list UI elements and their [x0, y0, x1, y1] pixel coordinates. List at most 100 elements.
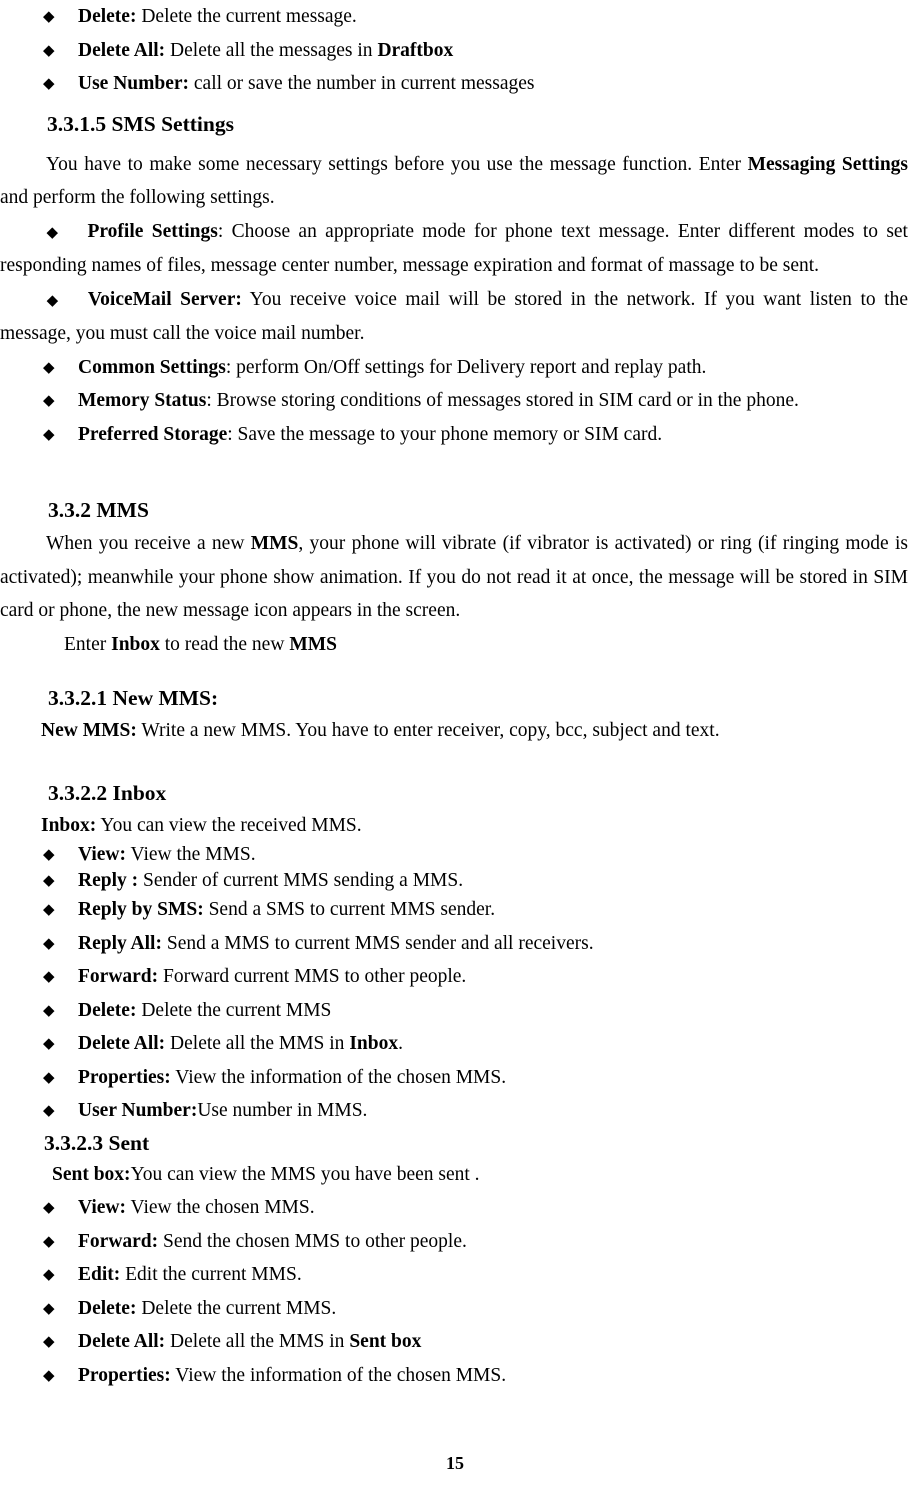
diamond-bullet-icon: ◆ — [43, 1298, 55, 1317]
list-item-text: Use Number: call or save the number in c… — [78, 67, 908, 101]
enter-text-part1: Enter — [64, 633, 112, 655]
section-heading-mms: 3.3.2 MMS — [48, 498, 149, 522]
mms-enter-inbox-line: Enter Inbox to read the new MMS — [0, 628, 908, 662]
list-item-desc: Delete the current message. — [136, 6, 357, 27]
list-item-text: Delete All: Delete all the MMS in Sent b… — [78, 1325, 908, 1359]
list-item: ◆ Reply by SMS: Send a SMS to current MM… — [0, 893, 908, 927]
list-item: ◆ Reply All: Send a MMS to current MMS s… — [0, 927, 908, 961]
draftbox-options-list: ◆ Delete: Delete the current message. ◆ … — [0, 0, 908, 101]
diamond-bullet-icon: ◆ — [43, 845, 55, 863]
list-item: ◆ Properties: View the information of th… — [0, 1359, 908, 1393]
inbox-bold: Inbox — [111, 633, 160, 655]
list-item: ◆ Reply : Sender of current MMS sending … — [0, 868, 908, 894]
list-item-term: Delete All: — [78, 1033, 166, 1054]
list-item-text: Common Settings: perform On/Off settings… — [78, 351, 908, 385]
diamond-bullet-icon: ◆ — [43, 391, 55, 409]
list-item-desc: Delete all the messages in — [165, 39, 378, 61]
list-item-text: View: View the MMS. — [78, 842, 908, 868]
list-item: ◆ Preferred Storage: Save the message to… — [0, 418, 908, 452]
diamond-bullet-icon: ◆ — [43, 1365, 55, 1384]
list-item-text: User Number:Use number in MMS. — [78, 1094, 908, 1128]
list-item: ◆ Memory Status: Browse storing conditio… — [0, 384, 908, 418]
list-item-desc: Send a MMS to current MMS sender and all… — [161, 932, 594, 954]
diamond-bullet-icon: ◆ — [43, 1332, 55, 1350]
diamond-bullet-icon: ◆ — [43, 290, 62, 309]
diamond-bullet-icon: ◆ — [43, 1101, 55, 1119]
list-item-term: Delete: — [78, 1297, 137, 1319]
list-item-desc: : Browse storing conditions of messages … — [206, 390, 799, 411]
list-item-text: Preferred Storage: Save the message to y… — [78, 418, 908, 452]
list-item-text: Forward: Send the chosen MMS to other pe… — [78, 1225, 908, 1259]
diamond-bullet-icon: ◆ — [43, 900, 55, 918]
list-item-desc: : perform On/Off settings for Delivery r… — [225, 356, 707, 378]
list-item-term: Delete: — [78, 6, 137, 27]
list-item-term: Reply by SMS: — [78, 899, 204, 920]
inbox-desc: You can view the received MMS. — [96, 814, 362, 836]
list-item: ◆ View: View the MMS. — [0, 842, 908, 868]
new-mms-desc: Write a new MMS. You have to enter recei… — [136, 720, 720, 741]
list-item: ◆ Delete: Delete the current message. — [0, 0, 908, 34]
diamond-bullet-icon: ◆ — [43, 967, 55, 985]
diamond-bullet-icon: ◆ — [43, 1000, 55, 1019]
list-item-term: View: — [78, 1197, 127, 1218]
list-item-term: Forward: — [78, 1230, 159, 1252]
messaging-settings-bold: Messaging Settings — [747, 153, 909, 175]
list-item-term: VoiceMail Server: — [87, 288, 242, 310]
list-item: ◆ Delete All: Delete all the messages in… — [0, 34, 908, 68]
list-item-text: Forward: Forward current MMS to other pe… — [78, 960, 908, 994]
mms-bold: MMS — [250, 533, 299, 554]
list-item: ◆ View: View the chosen MMS. — [0, 1191, 908, 1225]
list-item-term: User Number: — [78, 1100, 198, 1121]
list-item-desc: Delete all the MMS in — [165, 1331, 350, 1352]
list-item-desc: Send a SMS to current MMS sender. — [203, 899, 496, 920]
list-item-desc: Send the chosen MMS to other people. — [158, 1230, 467, 1252]
list-item: ◆ Forward: Send the chosen MMS to other … — [0, 1225, 908, 1259]
mms-intro-paragraph: When you receive a new MMS, your phone w… — [0, 527, 908, 628]
section-heading-inbox: 3.3.2.2 Inbox — [48, 780, 167, 805]
diamond-bullet-icon: ◆ — [43, 1034, 55, 1052]
new-mms-term: New MMS: — [41, 720, 137, 741]
list-item-desc-bold: Sent box — [349, 1331, 422, 1352]
list-item-desc: Delete the current MMS — [136, 999, 332, 1021]
list-item-text: Delete: Delete the current message. — [78, 0, 908, 34]
list-item-desc: Sender of current MMS sending a MMS. — [138, 869, 464, 891]
diamond-bullet-icon: ◆ — [43, 424, 55, 443]
list-item: ◆ Delete: Delete the current MMS — [0, 994, 908, 1028]
list-item-term: Edit: — [78, 1264, 121, 1285]
sent-box-term: Sent box: — [52, 1163, 131, 1185]
list-item-text: Edit: Edit the current MMS. — [78, 1258, 908, 1292]
section-heading-sent: 3.3.2.3 Sent — [44, 1130, 150, 1155]
diamond-bullet-icon: ◆ — [43, 1231, 55, 1250]
list-item-desc: Edit the current MMS. — [120, 1264, 302, 1285]
list-item-desc: Use number in MMS. — [197, 1100, 368, 1121]
list-item-term: Properties: — [78, 1364, 171, 1386]
diamond-bullet-icon: ◆ — [43, 1198, 55, 1216]
list-item-desc: Delete all the MMS in — [165, 1033, 350, 1054]
list-item-term: Delete: — [78, 999, 137, 1021]
diamond-bullet-icon: ◆ — [43, 74, 55, 92]
list-item-desc: View the information of the chosen MMS. — [170, 1364, 507, 1386]
list-item-text: Reply All: Send a MMS to current MMS sen… — [78, 927, 908, 961]
sms-settings-intro-paragraph: You have to make some necessary settings… — [0, 148, 908, 215]
list-item-text: Delete: Delete the current MMS. — [78, 1292, 908, 1326]
inbox-description: Inbox: You can view the received MMS. — [0, 809, 908, 843]
sent-description: Sent box:You can view the MMS you have b… — [0, 1158, 908, 1192]
list-item-text: Reply by SMS: Send a SMS to current MMS … — [78, 893, 908, 927]
list-item-text: Memory Status: Browse storing conditions… — [78, 384, 908, 418]
list-item-term: Common Settings — [78, 356, 226, 378]
list-item-desc: : Save the message to your phone memory … — [227, 423, 663, 445]
list-item: ◆ Forward: Forward current MMS to other … — [0, 960, 908, 994]
voicemail-server-item: ◆ VoiceMail Server: You receive voice mai… — [0, 283, 908, 351]
list-item-term: Memory Status — [78, 390, 207, 411]
new-mms-description: New MMS: Write a new MMS. You have to en… — [0, 714, 908, 748]
diamond-bullet-icon: ◆ — [43, 40, 55, 59]
profile-settings-item: ◆ Profile Settings: Choose an appropriate… — [0, 215, 908, 283]
list-item: ◆ Delete: Delete the current MMS. — [0, 1292, 908, 1326]
list-item-term: Delete All: — [78, 1331, 166, 1352]
list-item: ◆ Properties: View the information of th… — [0, 1061, 908, 1095]
list-item-term: Properties: — [78, 1066, 171, 1088]
list-item: ◆ Use Number: call or save the number in… — [0, 67, 908, 101]
list-item-text: Delete All: Delete all the MMS in Inbox. — [78, 1027, 908, 1061]
